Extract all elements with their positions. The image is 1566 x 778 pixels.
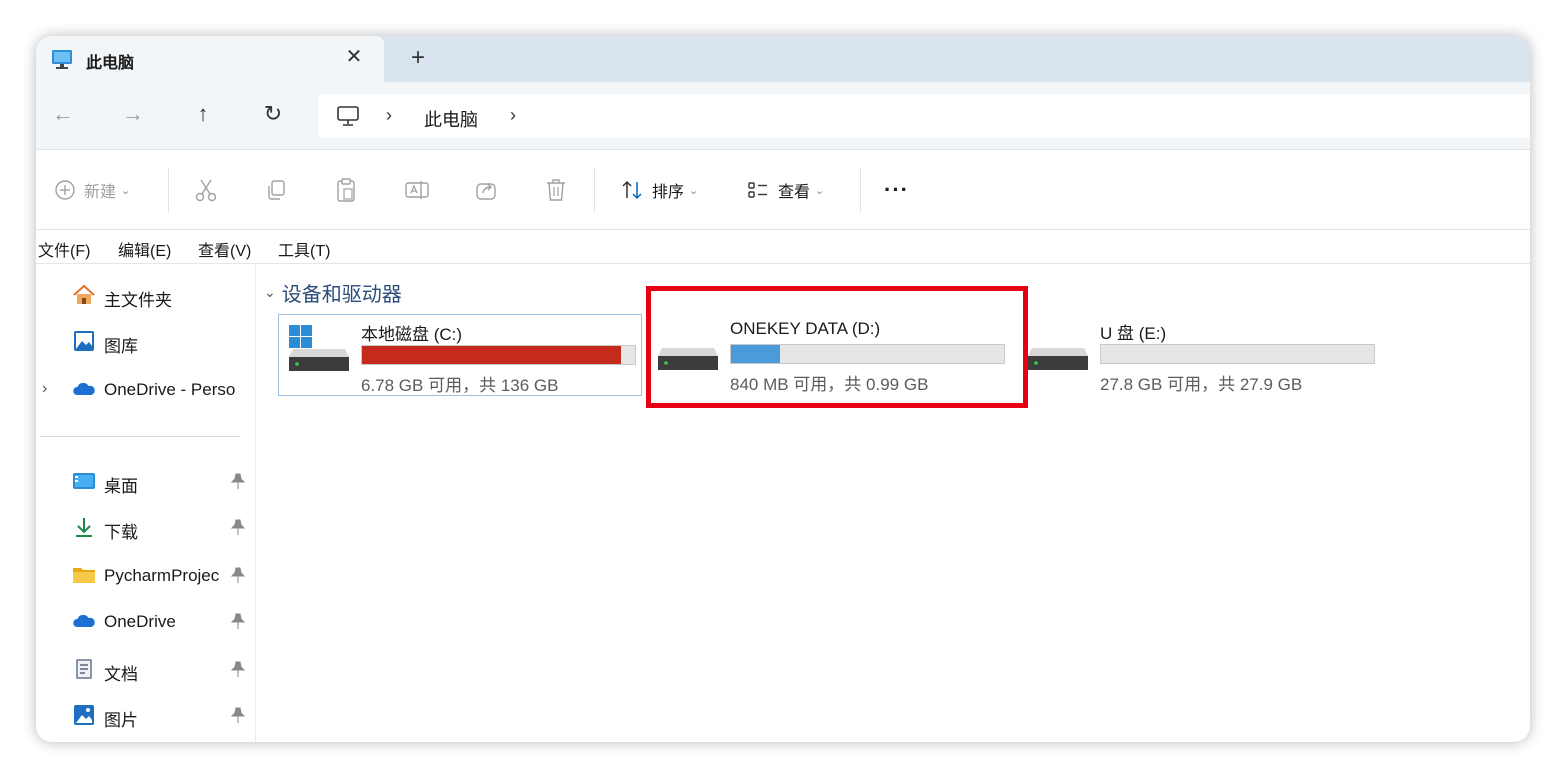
desktop-icon — [73, 473, 95, 489]
up-arrow-icon[interactable]: ↑ — [190, 100, 216, 128]
tab-close-icon[interactable]: ✕ — [344, 46, 364, 68]
command-bar: 新建 ⌄ 排序 ⌄ 查看 ⌄ ··· — [36, 150, 1530, 230]
windows-drive-icon — [289, 325, 349, 371]
chevron-down-icon[interactable]: ⌄ — [264, 284, 276, 301]
clipboard-icon — [337, 178, 355, 202]
file-explorer-window: 此电脑 ✕ + ← → ↑ ↻ › 此电脑 › 新建 ⌄ 排序 ⌄ 查看 ⌄ ·… — [36, 36, 1530, 742]
chevron-down-icon: ⌄ — [815, 184, 825, 197]
group-header-devices[interactable]: ⌄ 设备和驱动器 — [264, 278, 402, 307]
onedrive-icon — [73, 382, 95, 395]
sort-arrows-icon — [622, 180, 642, 200]
drive-item-c[interactable]: 本地磁盘 (C:) 6.78 GB 可用，共 136 GB — [278, 314, 642, 396]
sidebar-item-label: 主文件夹 — [104, 291, 172, 310]
toolbar-divider — [168, 168, 169, 212]
sidebar-item-onedrive-personal[interactable]: › OneDrive - Perso — [36, 372, 256, 406]
trash-icon — [547, 179, 565, 201]
copy-button[interactable] — [264, 176, 288, 204]
delete-button[interactable] — [544, 176, 568, 204]
sidebar-item-onedrive[interactable]: OneDrive — [36, 604, 256, 638]
chevron-down-icon: ⌄ — [121, 184, 131, 197]
menu-bar: 文件(F) 编辑(E) 查看(V) 工具(T) — [36, 230, 1530, 264]
share-icon — [476, 183, 496, 200]
chevron-right-icon[interactable]: › — [42, 380, 47, 398]
toolbar-divider — [594, 168, 595, 212]
drive-usage-bar — [1100, 344, 1375, 364]
sidebar-item-pictures[interactable]: 图片 — [36, 698, 256, 732]
group-title: 设备和驱动器 — [281, 284, 402, 306]
scissors-icon — [195, 179, 217, 202]
refresh-icon[interactable]: ↻ — [260, 100, 286, 128]
drive-free-space: 27.8 GB 可用，共 27.9 GB — [1100, 375, 1303, 394]
sidebar-divider — [40, 436, 240, 437]
share-button[interactable] — [474, 176, 498, 204]
onedrive-icon — [73, 614, 95, 627]
sidebar-item-label: 图库 — [104, 337, 138, 356]
home-icon — [73, 284, 95, 304]
view-list-icon — [748, 182, 767, 198]
plus-circle-icon — [55, 180, 75, 200]
new-tab-icon[interactable]: + — [406, 45, 430, 71]
new-button[interactable]: 新建 ⌄ — [54, 176, 130, 204]
drive-item-e[interactable]: U 盘 (E:) 27.8 GB 可用，共 27.9 GB — [1018, 314, 1382, 396]
tab-title: 此电脑 — [86, 55, 135, 72]
breadcrumb-separator-icon[interactable]: › — [510, 105, 516, 126]
tab-this-pc[interactable]: 此电脑 ✕ — [36, 36, 384, 82]
drive-name: 本地磁盘 (C:) — [361, 325, 463, 344]
new-button-label: 新建 — [84, 184, 117, 201]
sidebar-item-label: OneDrive - Perso — [104, 380, 236, 399]
breadcrumb-this-pc[interactable]: 此电脑 — [424, 106, 478, 132]
forward-arrow-icon[interactable]: → — [120, 100, 146, 128]
sidebar-item-documents[interactable]: 文档 — [36, 652, 256, 686]
menu-edit[interactable]: 编辑(E) — [118, 237, 171, 261]
menu-view[interactable]: 查看(V) — [198, 237, 251, 261]
annotation-highlight-box — [646, 286, 1028, 408]
drive-name: U 盘 (E:) — [1100, 324, 1167, 343]
gallery-icon — [74, 331, 94, 351]
sort-button[interactable]: 排序 ⌄ — [620, 176, 698, 204]
more-options-icon[interactable]: ··· — [884, 176, 909, 204]
address-bar[interactable]: › 此电脑 › — [318, 94, 1530, 138]
folder-icon — [73, 568, 95, 583]
drive-usage-bar — [361, 345, 636, 365]
cut-button[interactable] — [194, 176, 218, 204]
view-button-label: 查看 — [778, 184, 811, 201]
navigation-bar: ← → ↑ ↻ › 此电脑 › — [36, 82, 1530, 150]
pictures-icon — [74, 705, 94, 725]
sidebar-item-desktop[interactable]: 桌面 — [36, 464, 256, 498]
copy-icon — [268, 180, 285, 200]
sidebar-item-downloads[interactable]: 下载 — [36, 510, 256, 544]
hard-drive-icon — [1028, 348, 1088, 370]
chevron-down-icon: ⌄ — [689, 184, 699, 197]
tab-strip: 此电脑 ✕ + — [36, 36, 1530, 82]
view-button[interactable]: 查看 ⌄ — [746, 176, 824, 204]
computer-icon — [52, 50, 72, 69]
drive-free-space: 6.78 GB 可用，共 136 GB — [361, 376, 559, 395]
pin-icon[interactable] — [230, 706, 246, 724]
menu-file[interactable]: 文件(F) — [38, 237, 90, 261]
pin-icon[interactable] — [230, 566, 246, 584]
drive-usage-fill — [362, 346, 622, 364]
back-arrow-icon[interactable]: ← — [50, 100, 76, 128]
pin-icon[interactable] — [230, 472, 246, 490]
rename-icon — [405, 181, 429, 199]
navigation-pane: 主文件夹 图库 › OneDrive - Perso 桌面 下载 Pycharm… — [36, 264, 256, 742]
pin-icon[interactable] — [230, 518, 246, 536]
menu-tools[interactable]: 工具(T) — [278, 237, 330, 261]
monitor-icon — [337, 106, 359, 126]
pin-icon[interactable] — [230, 612, 246, 630]
sort-button-label: 排序 — [652, 184, 685, 201]
paste-button[interactable] — [334, 176, 358, 204]
sidebar-item-home[interactable]: 主文件夹 — [36, 278, 256, 312]
sidebar-item-pycharm-projects[interactable]: PycharmProjec — [36, 558, 256, 592]
document-icon — [76, 659, 92, 679]
toolbar-divider — [860, 168, 861, 212]
pin-icon[interactable] — [230, 660, 246, 678]
breadcrumb-separator-icon[interactable]: › — [386, 105, 392, 126]
download-icon — [76, 518, 92, 537]
sidebar-item-gallery[interactable]: 图库 — [36, 324, 256, 358]
rename-button[interactable] — [404, 176, 430, 204]
